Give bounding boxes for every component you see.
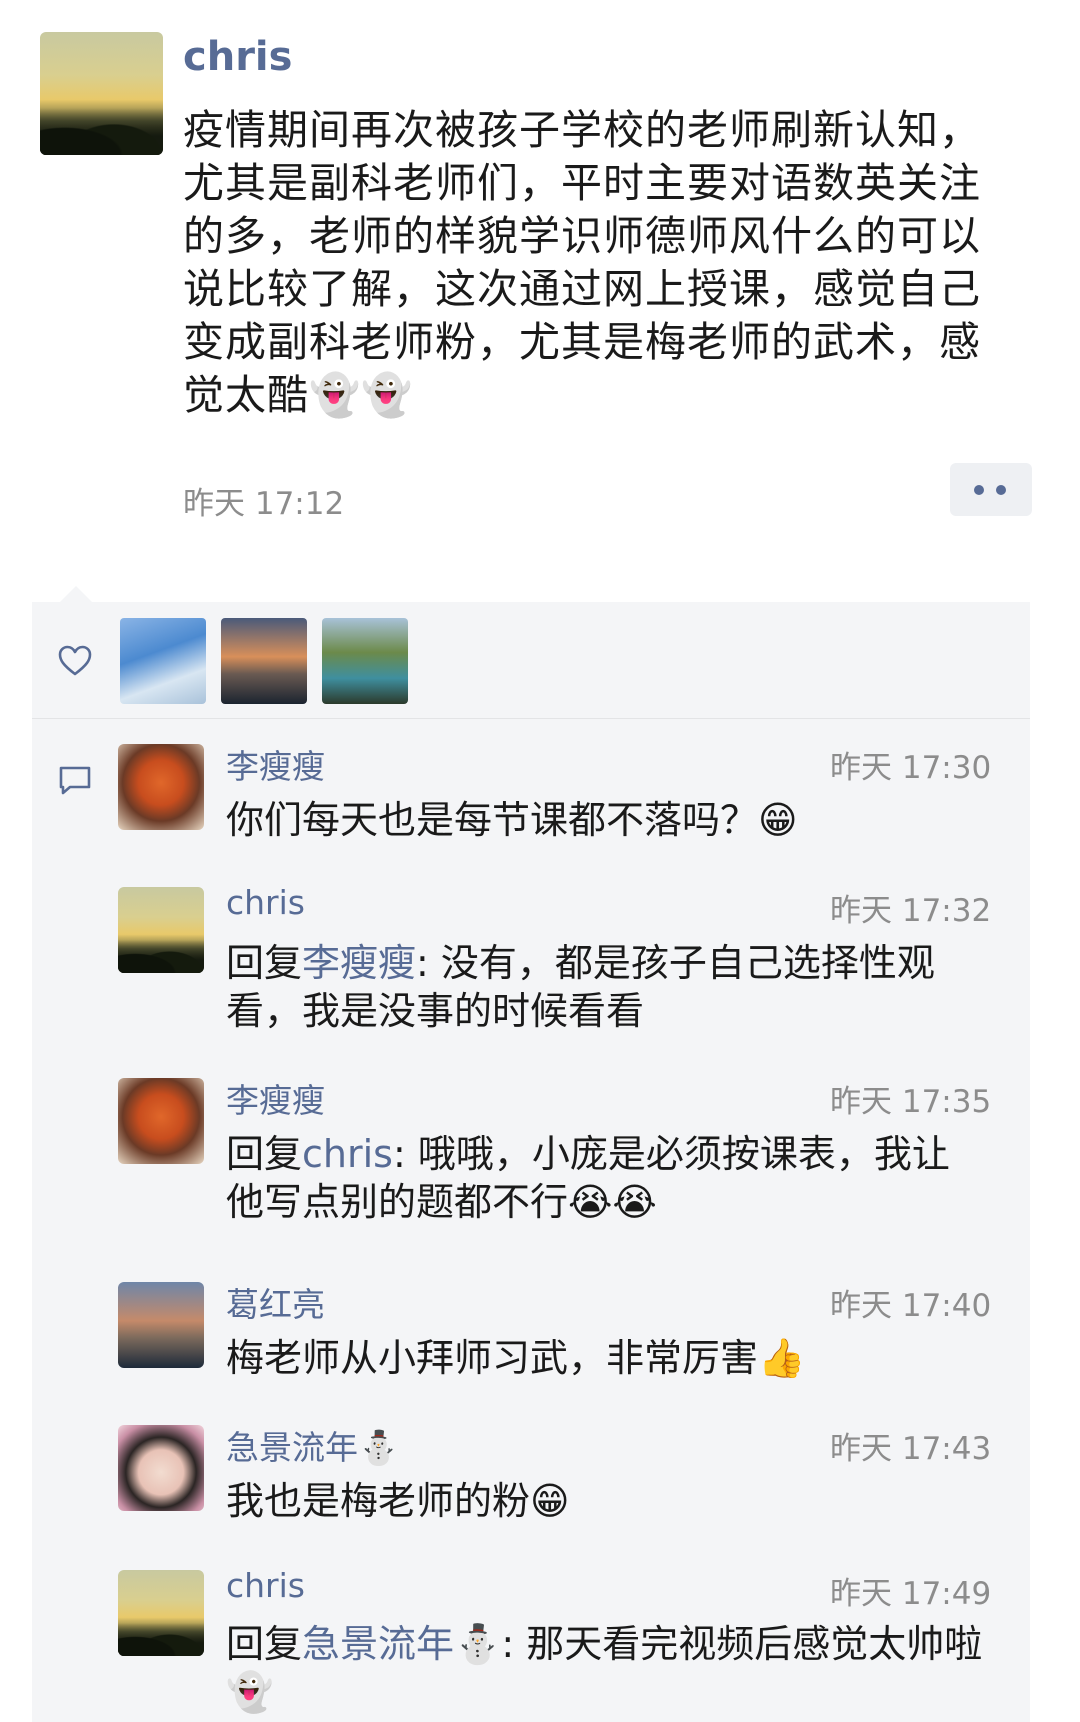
- comment-text[interactable]: 梅老师从小拜师习武，非常厉害👍: [226, 1334, 986, 1382]
- commenter-name[interactable]: chris: [226, 883, 305, 922]
- heart-icon: [58, 645, 92, 676]
- commenter-name[interactable]: 李瘦瘦: [226, 740, 325, 788]
- commenter-name[interactable]: 李瘦瘦: [226, 1074, 325, 1122]
- commenter-name[interactable]: chris: [226, 1566, 305, 1605]
- post-author-name[interactable]: chris: [183, 34, 292, 80]
- comment-body: 梅老师从小拜师习武，非常厉害👍: [226, 1336, 806, 1380]
- comment-icon: [59, 766, 91, 795]
- comment-body: 你们每天也是每节课都不落吗？😁: [226, 798, 798, 842]
- comment-text[interactable]: 我也是梅老师的粉😁: [226, 1477, 986, 1525]
- comment-time: 昨天 17:40: [830, 1288, 992, 1324]
- more-dots-icon[interactable]: [950, 463, 1032, 516]
- reply-target-name[interactable]: 急景流年⛄: [302, 1622, 501, 1666]
- reply-prefix: 回复: [226, 1132, 303, 1176]
- reply-separator: :: [501, 1622, 527, 1666]
- comment-time: 昨天 17:49: [830, 1576, 992, 1612]
- commenter-avatar[interactable]: [118, 887, 204, 973]
- panel-caret: [60, 586, 92, 602]
- reply-target-name[interactable]: 李瘦瘦: [302, 941, 416, 985]
- post-author-avatar[interactable]: [40, 32, 163, 155]
- reply-prefix: 回复: [226, 941, 303, 985]
- commenter-name[interactable]: 急景流年⛄: [226, 1421, 399, 1469]
- commenter-avatar[interactable]: [118, 1425, 204, 1511]
- commenter-name[interactable]: 葛红亮: [226, 1278, 325, 1326]
- comment-time: 昨天 17:30: [830, 750, 992, 786]
- reply-separator: :: [416, 941, 441, 985]
- post-text: 疫情期间再次被孩子学校的老师刷新认知，尤其是副科老师们，平时主要对语数英关注的多…: [183, 106, 981, 419]
- liker-avatar[interactable]: [120, 618, 206, 704]
- comment-text[interactable]: 回复李瘦瘦: 没有，都是孩子自己选择性观看，我是没事的时候看看: [226, 939, 986, 1035]
- commenter-avatar[interactable]: [118, 744, 204, 830]
- comment-time: 昨天 17:43: [830, 1431, 992, 1467]
- post-time: 昨天 17:12: [183, 486, 345, 522]
- reply-separator: :: [392, 1132, 418, 1176]
- liker-avatar[interactable]: [322, 618, 408, 704]
- comment-time: 昨天 17:32: [830, 893, 992, 929]
- comment-text[interactable]: 你们每天也是每节课都不落吗？😁: [226, 796, 986, 844]
- reply-target-name[interactable]: chris: [302, 1132, 393, 1176]
- comment-time: 昨天 17:35: [830, 1084, 992, 1120]
- reply-prefix: 回复: [226, 1622, 303, 1666]
- commenter-avatar[interactable]: [118, 1282, 204, 1368]
- comment-body: 我也是梅老师的粉😁: [226, 1479, 570, 1523]
- comment-text[interactable]: 回复急景流年⛄: 那天看完视频后感觉太帅啦👻: [226, 1620, 986, 1716]
- likes-divider: [32, 718, 1030, 719]
- liker-avatar[interactable]: [221, 618, 307, 704]
- commenter-avatar[interactable]: [118, 1570, 204, 1656]
- comment-text[interactable]: 回复chris: 哦哦，小庞是必须按课表，我让他写点别的题都不行😭😭: [226, 1130, 986, 1226]
- commenter-avatar[interactable]: [118, 1078, 204, 1164]
